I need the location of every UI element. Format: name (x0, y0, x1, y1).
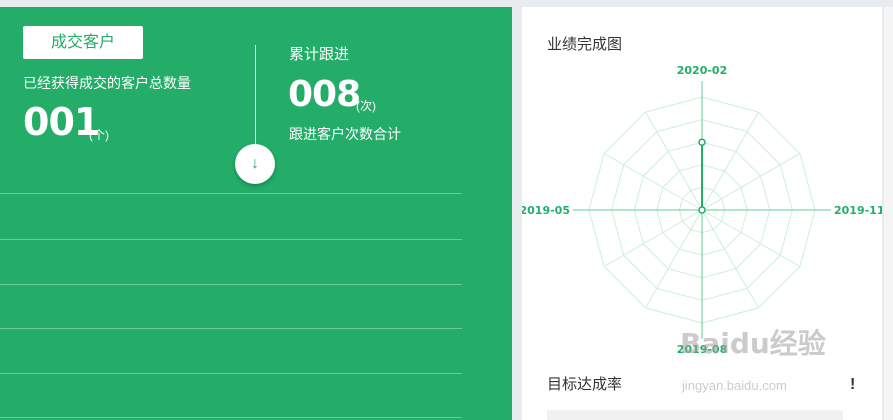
list-row-divider (0, 417, 462, 418)
target-rate-title: 目标达成率 (547, 376, 623, 393)
deal-customers-panel: 成交客户 已经获得成交的客户总数量 001 (个) 累计跟进 008 (次) 跟… (0, 7, 512, 420)
radar-series (698, 138, 706, 214)
target-rate-bar (547, 410, 843, 420)
expand-toggle-button[interactable]: ↓ (235, 144, 275, 184)
followup-description: 跟进客户次数合计 (289, 126, 401, 142)
followup-unit: (次) (356, 99, 376, 113)
deal-unit: (个) (89, 128, 109, 142)
panel-divider (255, 45, 256, 157)
radar-data-point (698, 138, 706, 146)
arrow-down-icon: ↓ (251, 155, 259, 172)
deal-count: 001 (23, 100, 100, 144)
list-row-divider (0, 284, 462, 285)
radar-axis-label: 2019-11 (834, 204, 882, 217)
list-row-divider (0, 373, 462, 374)
list-row-divider (0, 193, 462, 194)
radar-axis-label: 2019-05 (522, 204, 570, 217)
list-row-divider (0, 328, 462, 329)
radar-data-point (698, 206, 706, 214)
deal-customers-tab[interactable]: 成交客户 (23, 26, 143, 59)
followup-title: 累计跟进 (289, 46, 350, 63)
watermark: Baidu经验 jingyan.baidu.com (680, 322, 860, 402)
list-row-divider (0, 239, 462, 240)
scrollbar[interactable] (884, 7, 893, 420)
followup-count: 008 (288, 74, 361, 115)
deal-description: 已经获得成交的客户总数量 (23, 75, 191, 91)
watermark-logo: Baidu经验 (680, 327, 826, 360)
radar-axis-label: 2020-02 (677, 64, 728, 77)
watermark-url: jingyan.baidu.com (682, 378, 787, 393)
performance-radar-chart: 2020-022019-112019-082019-05 (522, 64, 882, 356)
